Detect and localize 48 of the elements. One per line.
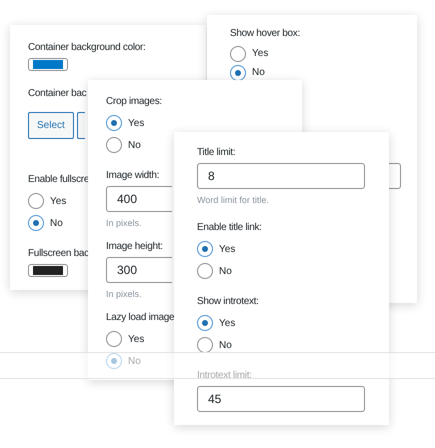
radio-button[interactable] [197, 337, 213, 353]
field-label: Introtext limit: [197, 369, 252, 382]
radio-button[interactable] [106, 137, 122, 153]
option-label: No [128, 356, 141, 366]
input-field[interactable]: 300 [106, 257, 172, 283]
field-label: Lazy load image [106, 311, 174, 324]
help-text: Word limit for title. [197, 195, 269, 205]
option-label: Yes [128, 334, 144, 344]
radio-button[interactable] [230, 64, 246, 80]
option-label: No [50, 218, 63, 228]
option-label: Yes [50, 196, 66, 206]
field-label: Image height: [106, 240, 163, 253]
help-text: In pixels. [106, 289, 142, 299]
option-label: No [128, 140, 141, 150]
option-label: Yes [219, 318, 236, 328]
radio-button[interactable] [230, 46, 246, 62]
field-label: Crop images: [106, 95, 162, 108]
radio-button[interactable] [28, 215, 44, 231]
field-label: Show hover box: [230, 27, 300, 40]
color-picker[interactable] [28, 264, 68, 277]
option-label: No [219, 340, 232, 350]
option-label: Yes [128, 118, 144, 128]
color-picker[interactable] [28, 58, 68, 71]
radio-button[interactable] [106, 115, 122, 131]
field-label: Container background color: [28, 41, 146, 54]
radio-button[interactable] [28, 193, 44, 209]
input-field[interactable]: 8 [197, 163, 365, 189]
button[interactable] [76, 112, 85, 139]
option-label: No [219, 266, 232, 276]
select-button[interactable]: Select [28, 112, 74, 139]
field-label: Fullscreen bac [28, 247, 89, 260]
field-label: Show introtext: [197, 295, 259, 308]
field-label: Enable title link: [197, 221, 262, 234]
input-field[interactable]: 45 [197, 386, 365, 412]
radio-button[interactable] [106, 331, 122, 347]
field-label: Image width: [106, 169, 160, 182]
field-label: Container bac [28, 87, 86, 100]
radio-button[interactable] [197, 263, 213, 279]
radio-button[interactable] [197, 315, 213, 331]
radio-button[interactable] [106, 353, 122, 369]
option-label: No [252, 67, 265, 78]
field-label: Title limit: [197, 146, 236, 159]
help-text: In pixels. [106, 218, 142, 228]
option-label: Yes [219, 244, 236, 254]
input-field[interactable]: 400 [106, 186, 172, 212]
field-label: Enable fullscre [28, 173, 90, 186]
radio-button[interactable] [197, 241, 213, 257]
option-label: Yes [252, 48, 268, 59]
